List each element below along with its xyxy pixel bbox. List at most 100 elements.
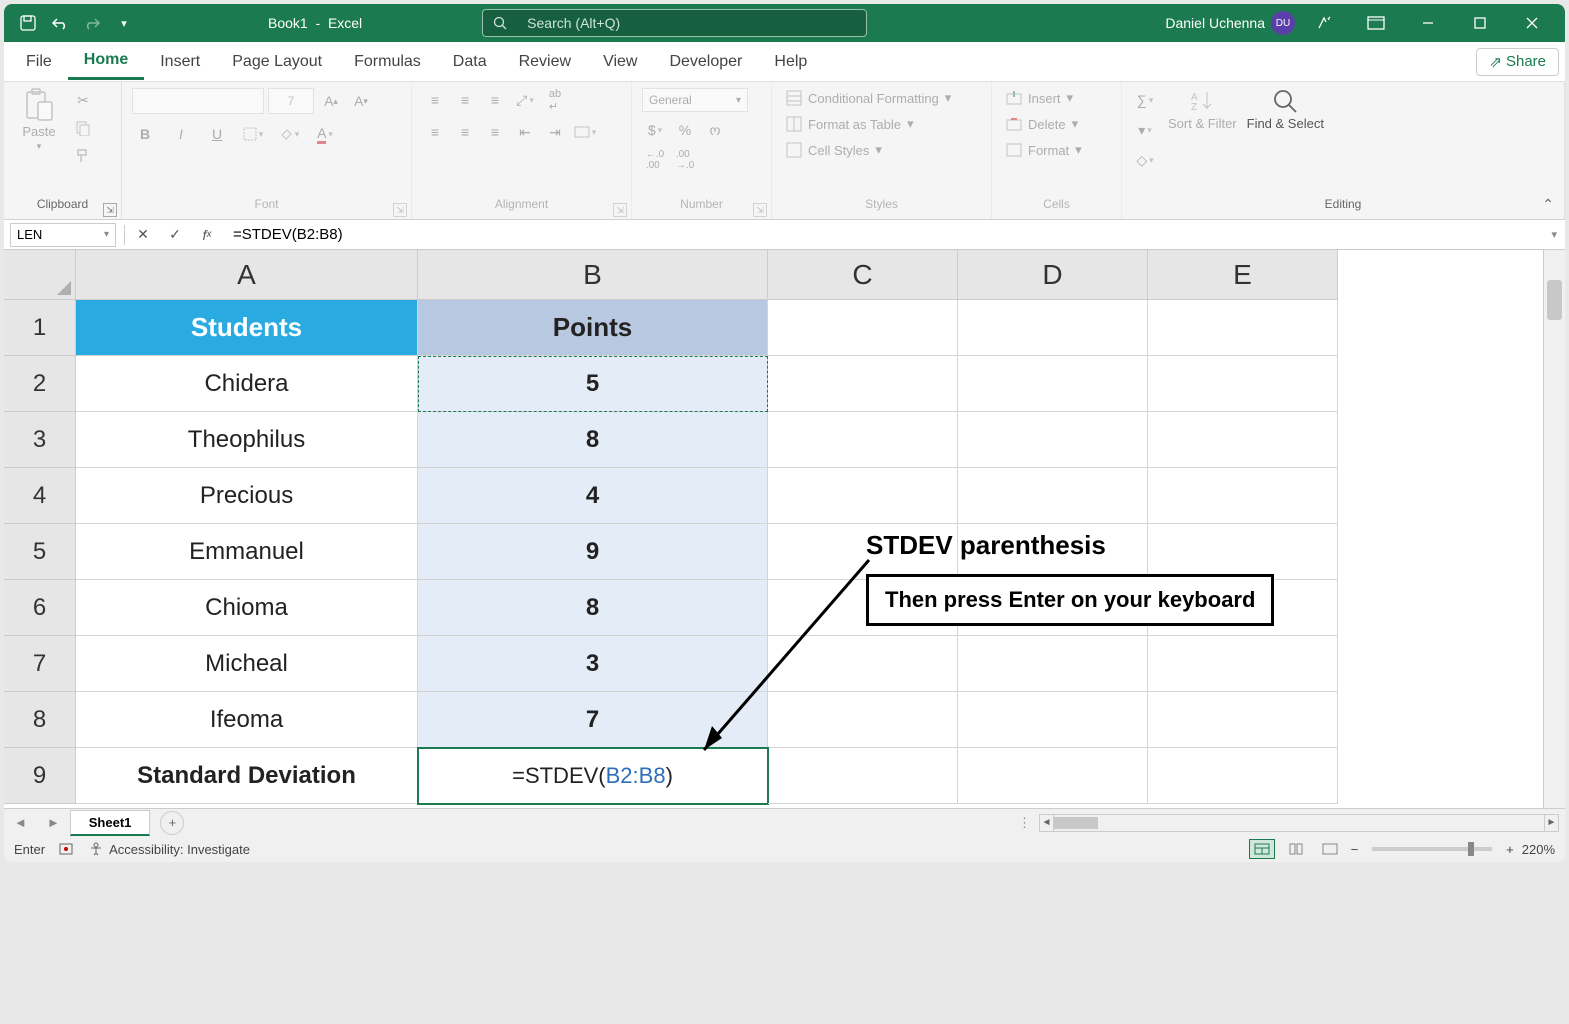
decrease-indent-button[interactable]: ⇤ — [512, 120, 538, 144]
paste-button[interactable]: Paste▾ — [14, 88, 64, 152]
font-color-button[interactable]: A — [312, 122, 338, 146]
view-page-layout-button[interactable] — [1283, 839, 1309, 859]
increase-decimal-button[interactable]: ←.0.00 — [642, 148, 668, 172]
sheet-nav-next[interactable]: ► — [37, 815, 70, 830]
cut-button[interactable]: ✂ — [70, 88, 96, 112]
increase-font-button[interactable]: A▴ — [318, 89, 344, 113]
cell[interactable]: Chidera — [76, 356, 418, 412]
fill-button[interactable]: ▾ — [1132, 118, 1158, 142]
macro-record-icon[interactable] — [59, 842, 75, 856]
cancel-formula-button[interactable]: ✕ — [127, 223, 159, 247]
format-painter-button[interactable] — [70, 144, 96, 168]
zoom-slider[interactable] — [1372, 847, 1492, 851]
cell[interactable] — [768, 748, 958, 804]
view-normal-button[interactable] — [1249, 839, 1275, 859]
collapse-ribbon-button[interactable]: ⌃ — [1542, 196, 1554, 213]
tab-file[interactable]: File — [10, 45, 68, 79]
cell[interactable]: Ifeoma — [76, 692, 418, 748]
view-page-break-button[interactable] — [1317, 839, 1343, 859]
undo-button[interactable] — [46, 9, 74, 37]
row-header[interactable]: 2 — [4, 356, 76, 412]
align-center-button[interactable]: ≡ — [452, 120, 478, 144]
new-sheet-button[interactable]: + — [160, 811, 184, 835]
cell-styles-button[interactable]: Cell Styles ▾ — [782, 140, 886, 160]
cell[interactable] — [1148, 300, 1338, 356]
cell[interactable]: Emmanuel — [76, 524, 418, 580]
align-bottom-button[interactable]: ≡ — [482, 88, 508, 112]
enter-formula-button[interactable]: ✓ — [159, 223, 191, 247]
user-name[interactable]: Daniel Uchenna — [1165, 15, 1265, 31]
format-as-table-button[interactable]: Format as Table ▾ — [782, 114, 918, 134]
accounting-button[interactable]: $ — [642, 118, 668, 142]
row-header[interactable]: 5 — [4, 524, 76, 580]
cell[interactable] — [768, 692, 958, 748]
select-all-button[interactable] — [4, 250, 76, 300]
cell[interactable]: Precious — [76, 468, 418, 524]
format-cells-button[interactable]: Format ▾ — [1002, 140, 1086, 160]
row-header[interactable]: 8 — [4, 692, 76, 748]
align-left-button[interactable]: ≡ — [422, 120, 448, 144]
cell[interactable] — [958, 356, 1148, 412]
increase-indent-button[interactable]: ⇥ — [542, 120, 568, 144]
cell[interactable] — [1148, 468, 1338, 524]
sort-filter-button[interactable]: AZ Sort & Filter — [1168, 88, 1237, 131]
align-middle-button[interactable]: ≡ — [452, 88, 478, 112]
qat-customize[interactable]: ▾ — [110, 9, 138, 37]
insert-cells-button[interactable]: Insert ▾ — [1002, 88, 1077, 108]
italic-button[interactable]: I — [168, 122, 194, 146]
tab-data[interactable]: Data — [437, 45, 503, 79]
find-select-button[interactable]: Find & Select — [1247, 88, 1324, 131]
tab-view[interactable]: View — [587, 45, 653, 79]
cell[interactable] — [958, 692, 1148, 748]
cell[interactable]: Micheal — [76, 636, 418, 692]
cell[interactable] — [958, 300, 1148, 356]
column-header[interactable]: E — [1148, 250, 1338, 300]
row-header[interactable]: 3 — [4, 412, 76, 468]
cell[interactable]: Chioma — [76, 580, 418, 636]
tab-help[interactable]: Help — [758, 45, 823, 79]
cell[interactable] — [958, 412, 1148, 468]
cell[interactable] — [1148, 356, 1338, 412]
cell[interactable]: 4 — [418, 468, 768, 524]
comma-button[interactable]: ო — [702, 118, 728, 142]
cell[interactable] — [1148, 748, 1338, 804]
alignment-dialog-launcher[interactable]: ⇲ — [613, 203, 627, 217]
column-header[interactable]: C — [768, 250, 958, 300]
delete-cells-button[interactable]: Delete ▾ — [1002, 114, 1082, 134]
row-header[interactable]: 1 — [4, 300, 76, 356]
align-right-button[interactable]: ≡ — [482, 120, 508, 144]
cell[interactable] — [1148, 412, 1338, 468]
underline-button[interactable]: U — [204, 122, 230, 146]
redo-button[interactable] — [78, 9, 106, 37]
copy-button[interactable] — [70, 116, 96, 140]
insert-function-button[interactable]: fx — [191, 223, 223, 247]
cell[interactable] — [768, 412, 958, 468]
minimize-button[interactable] — [1405, 8, 1451, 38]
cell[interactable] — [768, 636, 958, 692]
cell[interactable] — [768, 356, 958, 412]
cell[interactable] — [768, 300, 958, 356]
number-dialog-launcher[interactable]: ⇲ — [753, 203, 767, 217]
bold-button[interactable]: B — [132, 122, 158, 146]
font-name-combo[interactable] — [132, 88, 264, 114]
cell[interactable] — [958, 748, 1148, 804]
cell[interactable] — [1148, 692, 1338, 748]
cell[interactable]: 8 — [418, 412, 768, 468]
font-size-combo[interactable] — [268, 88, 314, 114]
tab-review[interactable]: Review — [503, 45, 587, 79]
user-avatar[interactable]: DU — [1271, 11, 1295, 35]
column-header[interactable]: D — [958, 250, 1148, 300]
expand-formula-bar[interactable]: ▾ — [1543, 228, 1565, 241]
coming-soon-icon[interactable] — [1301, 8, 1347, 38]
cell[interactable]: Theophilus — [76, 412, 418, 468]
cell-B9-active[interactable]: =STDEV(B2:B8) — [418, 748, 768, 804]
font-dialog-launcher[interactable]: ⇲ — [393, 203, 407, 217]
clear-button[interactable]: ◇ — [1132, 148, 1158, 172]
tab-split-handle[interactable]: ⋮ — [1010, 815, 1039, 831]
column-header[interactable]: B — [418, 250, 768, 300]
row-header[interactable]: 7 — [4, 636, 76, 692]
cell-B1[interactable]: Points — [418, 300, 768, 356]
cell[interactable] — [1148, 636, 1338, 692]
conditional-formatting-button[interactable]: Conditional Formatting ▾ — [782, 88, 955, 108]
tab-insert[interactable]: Insert — [144, 45, 216, 79]
